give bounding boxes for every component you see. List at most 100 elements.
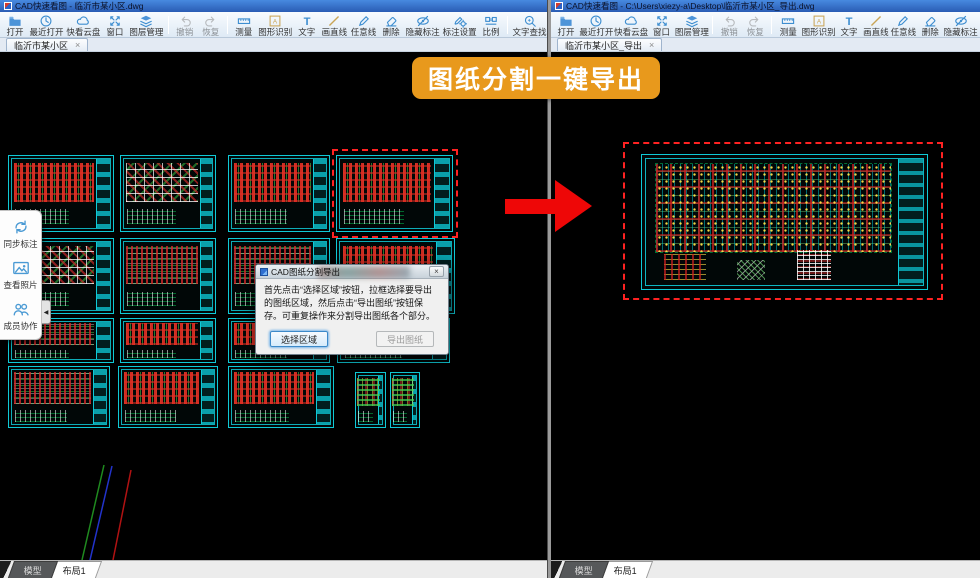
dialog-title: CAD图纸分割导出 — [271, 266, 426, 278]
layout-tab-模型[interactable]: 模型 — [559, 561, 609, 578]
drawing-sheet — [355, 372, 386, 428]
toolbar-button-ruler[interactable]: 测量 — [775, 13, 801, 37]
collab-side-panel: 同步标注查看照片成员协作 — [0, 210, 42, 340]
close-icon[interactable]: × — [75, 41, 80, 50]
undo-icon — [722, 14, 736, 28]
folder-icon — [8, 14, 22, 28]
people-icon — [12, 300, 30, 318]
toolbar-button-window[interactable]: 窗口 — [102, 13, 128, 37]
left-titlebar: CAD快速看图 - 临沂市某小区.dwg — [0, 0, 550, 12]
sheet-art — [234, 163, 311, 202]
layout-tab-模型[interactable]: 模型 — [8, 561, 58, 578]
redo-icon — [204, 14, 218, 28]
toolbar-button-layers[interactable]: 图层管理 — [128, 13, 165, 37]
toolbar-button-label: 快看云盘 — [66, 28, 100, 37]
dialog-instructions: 首先点击“选择区域”按钮，拉框选择要导出的图纸区域，然后点击“导出图纸”按钮保存… — [256, 279, 448, 327]
panel-item-sync[interactable]: 同步标注 — [0, 218, 41, 250]
undo-icon — [178, 14, 192, 28]
right-doc-tab[interactable]: 临沂市某小区_导出 × — [557, 38, 662, 51]
toolbar-button-layers[interactable]: 图层管理 — [675, 13, 710, 37]
panel-collapse-handle[interactable]: ◀ — [42, 300, 51, 324]
sheet-art — [14, 163, 94, 202]
toolbar-button-label: 快看云盘 — [614, 28, 648, 37]
toolbar-button-label: 任意线 — [891, 28, 917, 37]
toolbar-separator — [712, 16, 713, 34]
toolbar-button-ratio[interactable]: 比例 — [478, 13, 504, 37]
toolbar-button-pencil[interactable]: 任意线 — [890, 13, 918, 37]
title-block — [96, 159, 110, 228]
eye-off-icon — [416, 14, 430, 28]
toolbar-button-undo: 撤销 — [172, 13, 198, 37]
selection-rectangle — [332, 149, 458, 238]
eraser-icon — [384, 14, 398, 28]
toolbar-button-annot-settings[interactable]: 标注设置 — [441, 13, 478, 37]
toolbar-button-label: 窗口 — [106, 28, 123, 37]
select-region-button[interactable]: 选择区域 — [270, 331, 328, 347]
dialog-titlebar[interactable]: CAD图纸分割导出 × — [256, 265, 448, 279]
pencil-icon — [896, 14, 910, 28]
toolbar-button-folder[interactable]: 打开 — [553, 13, 579, 37]
left-doc-tab[interactable]: 临沂市某小区 × — [6, 38, 88, 51]
toolbar-button-eraser[interactable]: 删除 — [917, 13, 943, 37]
toolbar-button-label: 恢复 — [202, 28, 219, 37]
title-block — [898, 159, 923, 285]
toolbar-button-ruler[interactable]: 测量 — [231, 13, 257, 37]
app-logo-icon — [555, 2, 563, 10]
toolbar-button-eraser[interactable]: 删除 — [378, 13, 404, 37]
eye-off-icon — [954, 14, 968, 28]
text-icon: T — [300, 14, 314, 28]
toolbar-button-label: 文字查找 — [513, 28, 547, 37]
clock-icon — [39, 14, 53, 28]
close-icon[interactable]: × — [649, 41, 654, 50]
toolbar-button-cloud[interactable]: 快看云盘 — [65, 13, 102, 37]
toolbar-button-label: 比例 — [483, 28, 500, 37]
dialog-close-icon[interactable]: × — [429, 266, 444, 277]
sheet-art — [14, 372, 91, 403]
toolbar-button-label: 恢复 — [747, 28, 764, 37]
panel-item-people[interactable]: 成员协作 — [0, 300, 41, 332]
left-doc-tab-label: 临沂市某小区 — [14, 39, 68, 52]
split-export-dialog: CAD图纸分割导出 × 首先点击“选择区域”按钮，拉框选择要导出的图纸区域，然后… — [255, 264, 449, 355]
svg-text:T: T — [846, 15, 853, 27]
toolbar-button-eye-off[interactable]: 隐藏标注 — [404, 13, 441, 37]
toolbar-button-text[interactable]: T文字 — [294, 13, 320, 37]
toolbar-button-label: 撤销 — [176, 28, 193, 37]
toolbar-button-ocr[interactable]: A图形识别 — [801, 13, 836, 37]
toolbar-button-label: 最近打开 — [579, 28, 613, 37]
ocr-icon: A — [268, 14, 282, 28]
left-bottom-tabbar: 模型布局1 — [0, 560, 550, 578]
screen: CAD快速看图 - 临沂市某小区.dwg 打开最近打开快看云盘窗口图层管理撤销恢… — [0, 0, 980, 578]
right-drawing-canvas[interactable] — [551, 52, 980, 560]
toolbar-button-line[interactable]: 画直线 — [320, 13, 349, 37]
toolbar-button-cloud[interactable]: 快看云盘 — [614, 13, 649, 37]
sheet-art — [392, 378, 414, 406]
toolbar-button-label: 任意线 — [351, 28, 377, 37]
photo-icon — [12, 259, 30, 277]
toolbar-button-label: 打开 — [6, 28, 23, 37]
toolbar-button-line[interactable]: 画直线 — [862, 13, 890, 37]
toolbar-button-text[interactable]: T文字 — [836, 13, 862, 37]
toolbar-button-ocr[interactable]: A图形识别 — [257, 13, 294, 37]
sheet-art — [126, 246, 198, 284]
toolbar-button-text-search[interactable]: 文字查找 — [511, 13, 548, 37]
toolbar-button-eye-off[interactable]: 隐藏标注 — [943, 13, 978, 37]
toolbar-button-clock[interactable]: 最近打开 — [28, 13, 65, 37]
chevron-left-icon: ◀ — [44, 309, 49, 316]
sheet-art — [126, 163, 198, 202]
toolbar-button-label: 图形识别 — [258, 28, 292, 37]
eraser-icon — [923, 14, 937, 28]
pencil-icon — [357, 14, 371, 28]
toolbar-button-pencil[interactable]: 任意线 — [349, 13, 378, 37]
toolbar-button-label: 隐藏标注 — [944, 28, 978, 37]
panel-item-photo[interactable]: 查看照片 — [0, 259, 41, 291]
toolbar-button-label: 测量 — [235, 28, 252, 37]
right-titlebar: CAD快速看图 - C:\Users\xiezy-a\Desktop\临沂市某小… — [551, 0, 980, 12]
cloud-icon — [76, 14, 90, 28]
text-search-icon — [523, 14, 537, 28]
toolbar-button-window[interactable]: 窗口 — [649, 13, 675, 37]
toolbar-button-label: 图形识别 — [802, 28, 836, 37]
toolbar-button-label: 窗口 — [653, 28, 670, 37]
toolbar-button-folder[interactable]: 打开 — [2, 13, 28, 37]
panel-item-label: 同步标注 — [3, 238, 37, 250]
toolbar-button-clock[interactable]: 最近打开 — [579, 13, 614, 37]
